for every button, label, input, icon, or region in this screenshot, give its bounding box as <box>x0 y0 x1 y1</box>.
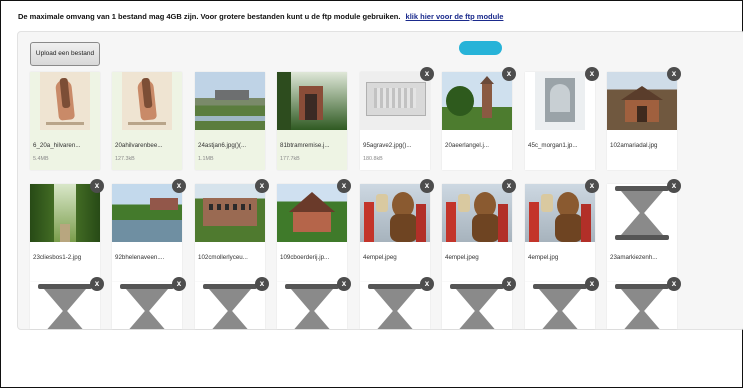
file-name: 6_20a_hilvaren... <box>33 142 81 149</box>
close-icon[interactable]: x <box>255 277 269 291</box>
file-name: 20aeerlangel.j... <box>445 142 490 149</box>
file-card[interactable]: 92bhelenaveen.... x <box>112 179 186 282</box>
close-icon[interactable]: x <box>337 179 351 193</box>
file-thumbnail <box>360 184 430 242</box>
close-icon[interactable]: x <box>420 179 434 193</box>
file-name: 102amariadal.jpg <box>610 142 658 149</box>
file-card[interactable]: x <box>195 277 269 329</box>
file-card[interactable]: x <box>442 277 516 329</box>
file-thumbnail <box>195 72 265 130</box>
close-icon[interactable]: x <box>420 277 434 291</box>
close-icon[interactable]: x <box>585 179 599 193</box>
close-icon[interactable]: x <box>502 67 516 81</box>
file-name: 23amarkiezenh... <box>610 254 658 261</box>
file-size: 180.8kB <box>363 156 383 162</box>
hourglass-icon <box>30 282 100 329</box>
upload-panel: Upload een bestand 6_20a_hilvaren... 5.4M… <box>17 31 743 330</box>
file-name: 20ahilvarenbee... <box>115 142 163 149</box>
close-icon[interactable]: x <box>420 67 434 81</box>
close-icon[interactable]: x <box>502 179 516 193</box>
file-card[interactable]: 20ahilvarenbee... 127.3kB <box>112 72 182 170</box>
file-card[interactable]: x <box>360 277 434 329</box>
file-name: 4empel.jpeg <box>445 254 479 261</box>
hourglass-icon <box>442 282 512 329</box>
file-card[interactable]: 4empel.jpg x <box>525 179 599 282</box>
upload-button[interactable]: Upload een bestand <box>30 42 100 66</box>
file-name: 4empel.jpg <box>528 254 559 261</box>
file-thumbnail <box>277 184 347 242</box>
file-name: 45c_morgan1.jp... <box>528 142 578 149</box>
file-thumbnail <box>195 184 265 242</box>
file-size: 127.3kB <box>115 156 135 162</box>
hourglass-icon <box>607 184 677 242</box>
file-card[interactable]: 23cliesbos1-2.jpg x <box>30 179 104 282</box>
file-thumbnail <box>122 72 172 130</box>
file-thumbnail <box>525 184 595 242</box>
file-card[interactable]: x <box>112 277 186 329</box>
file-card[interactable]: 102amariadal.jpg x <box>607 67 681 170</box>
hourglass-icon <box>360 282 430 329</box>
close-icon[interactable]: x <box>255 179 269 193</box>
file-card[interactable]: 24astjan6.jpg()(... 1.1MB <box>195 72 265 170</box>
file-card[interactable]: 4empel.jpeg x <box>360 179 434 282</box>
close-icon[interactable]: x <box>172 277 186 291</box>
file-card[interactable]: 95agrave2.jpg()... 180.8kB x <box>360 67 434 170</box>
hourglass-icon <box>607 282 677 329</box>
file-size: 1.1MB <box>198 156 214 162</box>
file-card[interactable]: 102cmollerlyceu... x <box>195 179 269 282</box>
file-thumbnail <box>30 184 100 242</box>
close-icon[interactable]: x <box>585 67 599 81</box>
file-card[interactable]: 109cboerderij.jp... x <box>277 179 351 282</box>
file-card[interactable]: 45c_morgan1.jp... x <box>525 67 599 170</box>
file-card[interactable]: x <box>30 277 104 329</box>
file-name: 4empel.jpeg <box>363 254 397 261</box>
file-thumbnail <box>607 72 677 130</box>
hourglass-icon <box>112 282 182 329</box>
file-thumbnail <box>442 72 512 130</box>
close-icon[interactable]: x <box>502 277 516 291</box>
file-size: 177.7kB <box>280 156 300 162</box>
file-name: 102cmollerlyceu... <box>198 254 248 261</box>
file-name: 95agrave2.jpg()... <box>363 142 412 149</box>
close-icon[interactable]: x <box>667 179 681 193</box>
file-thumbnail <box>277 72 347 130</box>
file-name: 81btramremise.j... <box>280 142 330 149</box>
close-icon[interactable]: x <box>667 277 681 291</box>
file-card[interactable]: x <box>607 277 681 329</box>
file-thumbnail <box>360 72 430 130</box>
file-size: 5.4MB <box>33 156 49 162</box>
notice-text: De maximale omvang van 1 bestand mag 4GB… <box>18 12 401 21</box>
file-thumbnail <box>112 184 182 242</box>
file-name: 92bhelenaveen.... <box>115 254 165 261</box>
hourglass-icon <box>277 282 347 329</box>
close-icon[interactable]: x <box>667 67 681 81</box>
size-limit-notice: De maximale omvang van 1 bestand mag 4GB… <box>18 12 503 21</box>
file-name: 23cliesbos1-2.jpg <box>33 254 82 261</box>
ftp-module-link[interactable]: klik hier voor de ftp module <box>406 12 504 21</box>
file-thumbnail <box>442 184 512 242</box>
upload-progress-indicator <box>459 41 502 55</box>
file-card[interactable]: 4empel.jpeg x <box>442 179 516 282</box>
file-card[interactable]: 6_20a_hilvaren... 5.4MB <box>30 72 100 170</box>
close-icon[interactable]: x <box>172 179 186 193</box>
file-thumbnail <box>40 72 90 130</box>
file-card[interactable]: 23amarkiezenh... x <box>607 179 681 282</box>
file-name: 109cboerderij.jp... <box>280 254 330 261</box>
hourglass-icon <box>525 282 595 329</box>
file-card[interactable]: 20aeerlangel.j... x <box>442 67 516 170</box>
close-icon[interactable]: x <box>337 277 351 291</box>
close-icon[interactable]: x <box>90 179 104 193</box>
close-icon[interactable]: x <box>585 277 599 291</box>
file-card[interactable]: x <box>525 277 599 329</box>
file-card[interactable]: x <box>277 277 351 329</box>
hourglass-icon <box>195 282 265 329</box>
file-thumbnail <box>535 72 585 130</box>
file-card[interactable]: 81btramremise.j... 177.7kB <box>277 72 347 170</box>
file-name: 24astjan6.jpg()(... <box>198 142 247 149</box>
close-icon[interactable]: x <box>90 277 104 291</box>
